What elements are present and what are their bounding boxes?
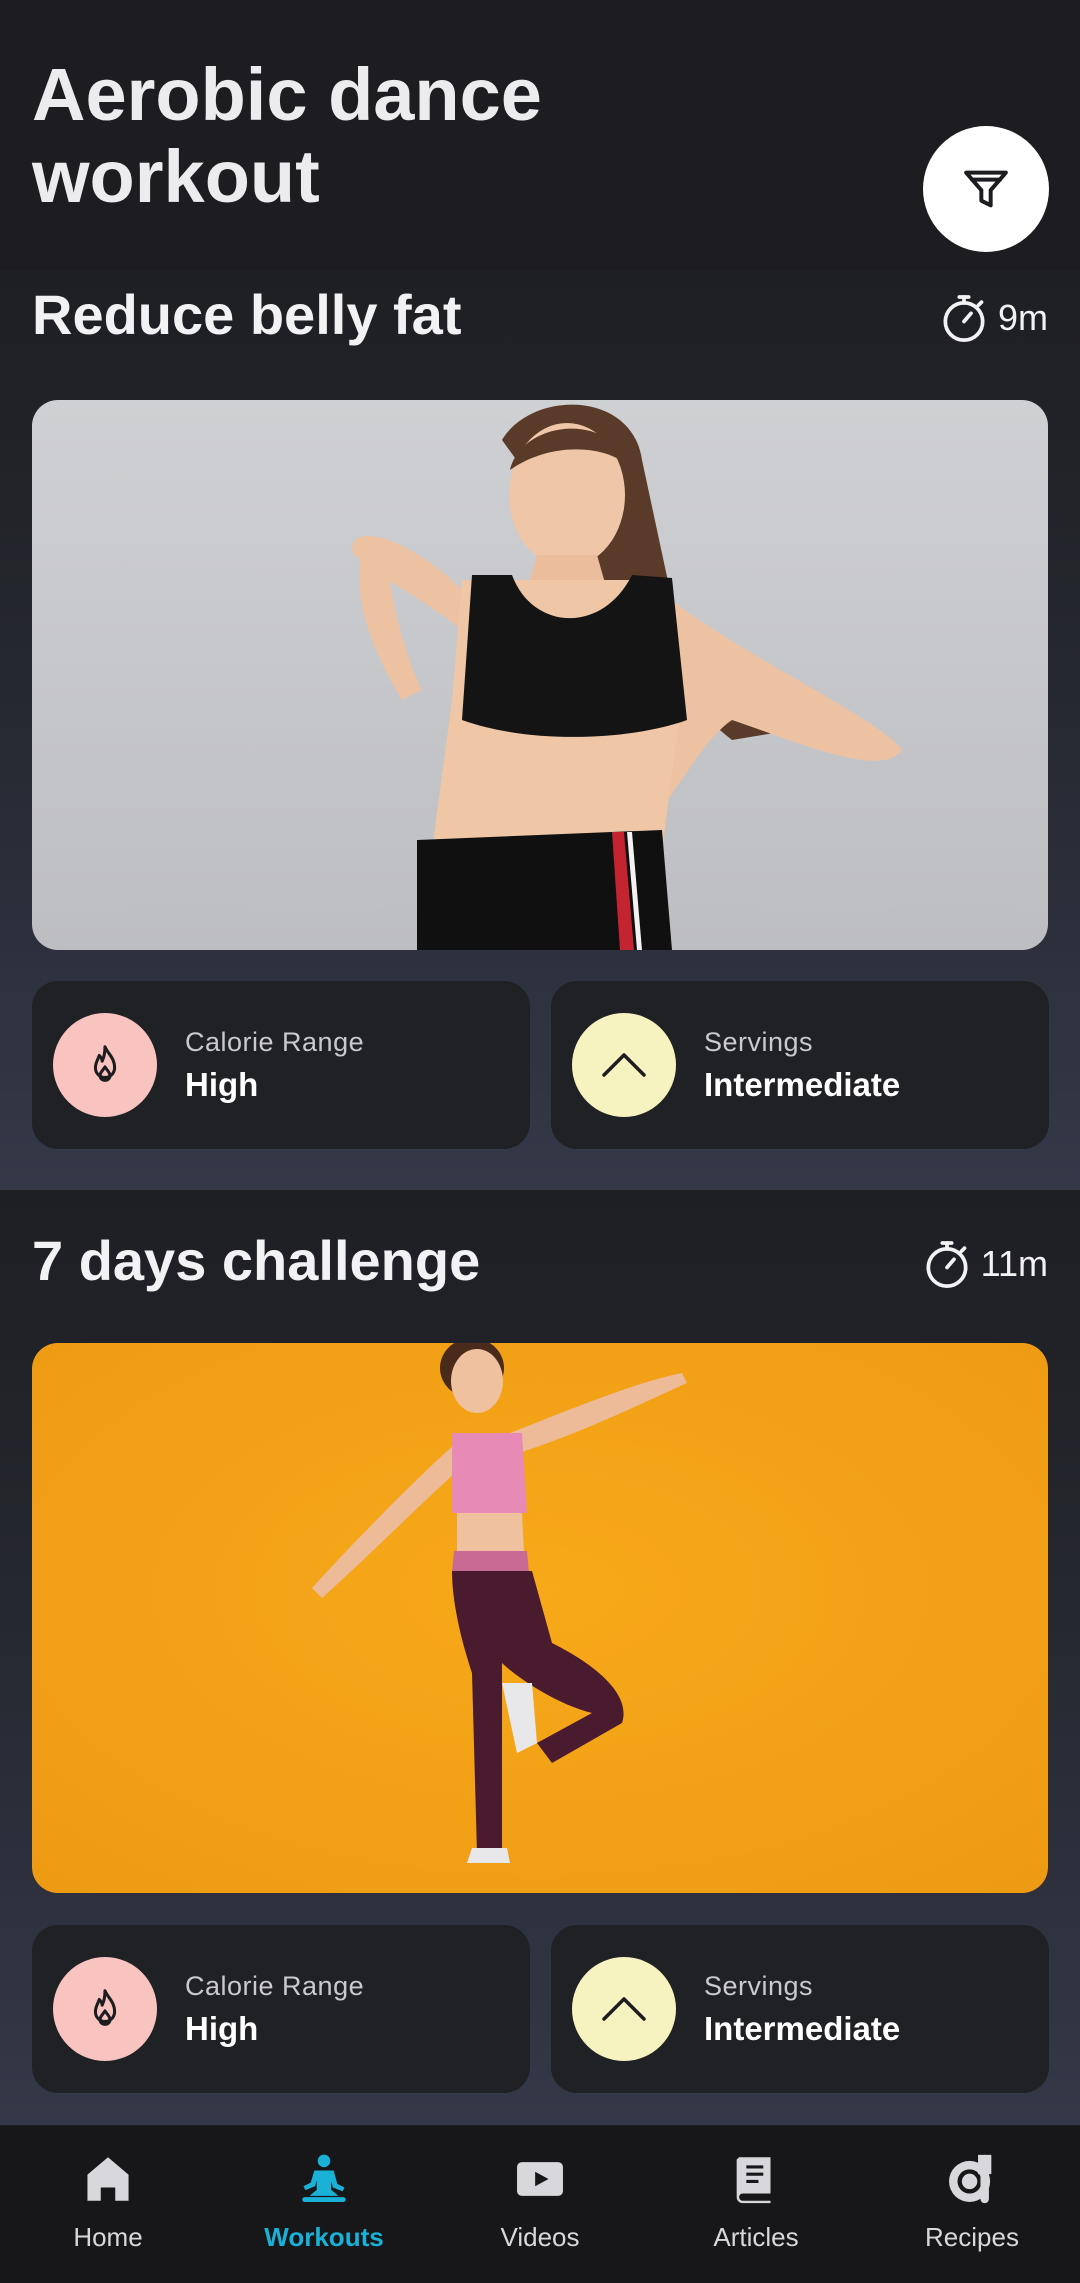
chevron-up-icon: [602, 1997, 646, 2021]
stat-label: Servings: [704, 1026, 814, 1057]
stat-label: Calorie Range: [185, 1026, 365, 1057]
nav-label: Recipes: [925, 2222, 1019, 2252]
stat-value: Intermediate: [704, 2009, 901, 2047]
workout-duration: 11m: [919, 1236, 1048, 1292]
play-icon: [517, 2162, 563, 2196]
duration-text: 9m: [997, 297, 1048, 338]
calorie-icon-circle: [53, 1957, 157, 2061]
nav-item-articles[interactable]: Articles: [648, 2126, 864, 2283]
nav-label: Home: [73, 2222, 143, 2252]
stopwatch-icon: [926, 1241, 968, 1289]
page-title-line-2: workout: [32, 135, 320, 218]
bottom-navigation: Home Workouts Videos Articles Recipes: [0, 2126, 1080, 2283]
filter-icon: [964, 170, 1008, 208]
workout-title: Reduce belly fat: [32, 283, 462, 346]
header: Aerobic dance workout: [0, 0, 1080, 290]
stat-value: High: [185, 1065, 259, 1103]
belly-fat-photo: [32, 400, 1048, 950]
nav-item-recipes[interactable]: Recipes: [864, 2126, 1080, 2283]
filter-button[interactable]: [923, 126, 1049, 252]
calorie-range-card: Calorie Range High: [32, 981, 530, 1149]
workout-image[interactable]: [32, 400, 1048, 950]
meditation-icon: [302, 2154, 346, 2202]
page-title-line-1: Aerobic dance: [32, 53, 542, 136]
nav-item-workouts[interactable]: Workouts: [216, 2126, 432, 2283]
book-icon: [736, 2157, 771, 2204]
nav-label: Workouts: [264, 2222, 384, 2252]
stat-label: Calorie Range: [185, 1970, 365, 2001]
flame-icon: [93, 1045, 117, 1082]
flame-icon: [93, 1989, 117, 2026]
servings-icon-circle: [572, 1013, 676, 1117]
servings-icon-circle: [572, 1957, 676, 2061]
nav-label: Articles: [713, 2222, 799, 2252]
page-title: Aerobic dance workout: [32, 54, 542, 218]
stopwatch-icon: [943, 295, 985, 343]
workout-duration: 9m: [936, 290, 1048, 346]
nav-item-videos[interactable]: Videos: [432, 2126, 648, 2283]
recipe-icon: [949, 2154, 992, 2204]
nav-item-home[interactable]: Home: [0, 2126, 216, 2283]
duration-text: 11m: [980, 1243, 1048, 1284]
nav-label: Videos: [500, 2222, 580, 2252]
servings-card: Servings Intermediate: [551, 1925, 1049, 2093]
chevron-up-icon: [602, 1053, 646, 1077]
workout-card[interactable]: Reduce belly fat 9m Calorie Range High S…: [0, 270, 1080, 1190]
home-icon: [87, 2157, 129, 2201]
workout-title: 7 days challenge: [32, 1229, 481, 1292]
calorie-icon-circle: [53, 1013, 157, 1117]
stat-label: Servings: [704, 1970, 814, 2001]
servings-card: Servings Intermediate: [551, 981, 1049, 1149]
calorie-range-card: Calorie Range High: [32, 1925, 530, 2093]
stat-value: High: [185, 2009, 259, 2047]
workout-card[interactable]: 7 days challenge 11m Calorie Range High …: [0, 1190, 1080, 2125]
workout-image[interactable]: [32, 1343, 1048, 1893]
stat-value: Intermediate: [704, 1065, 901, 1103]
dance-challenge-photo: [32, 1343, 1048, 1893]
